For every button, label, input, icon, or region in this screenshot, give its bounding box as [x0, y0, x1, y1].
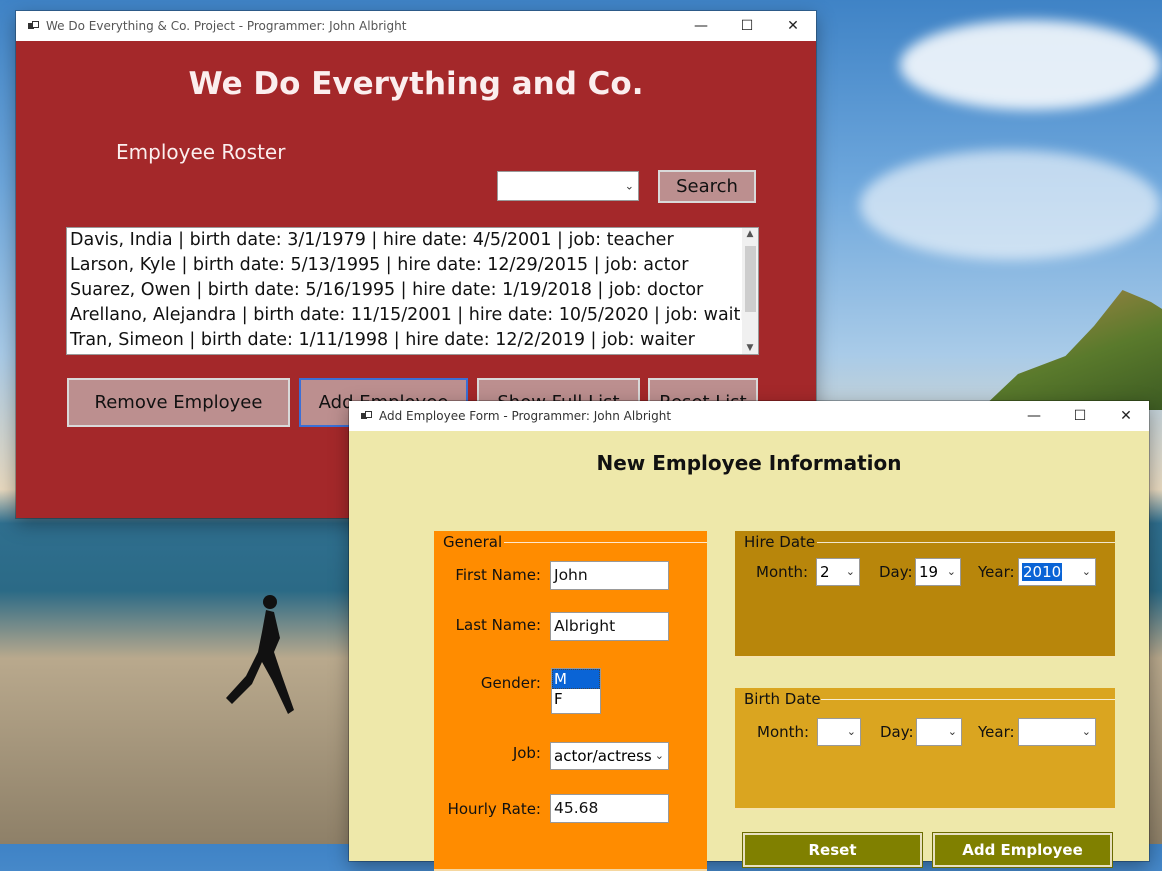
- gender-label: Gender:: [480, 674, 541, 692]
- group-rule: [821, 699, 1115, 700]
- birth-day-dropdown[interactable]: ⌄: [916, 718, 962, 746]
- hire-year-value: 2010: [1022, 563, 1063, 581]
- chevron-down-icon: ⌄: [654, 749, 664, 762]
- close-icon[interactable]: ✕: [770, 11, 816, 41]
- background-cliff: [980, 290, 1162, 410]
- birth-year-label: Year:: [978, 723, 1015, 741]
- add-window-title: Add Employee Form - Programmer: John Alb…: [379, 409, 672, 423]
- submit-add-employee-button[interactable]: Add Employee: [932, 832, 1113, 868]
- birth-day-label: Day:: [880, 723, 914, 741]
- gender-listbox[interactable]: M F: [551, 668, 601, 714]
- birth-month-label: Month:: [757, 723, 810, 741]
- roster-label: Employee Roster: [116, 140, 286, 164]
- hire-date-group: Hire Date Month: 2 ⌄ Day: 19 ⌄ Year: 201…: [735, 531, 1115, 658]
- birth-date-group: Birth Date Month: ⌄ Day: ⌄ Year: ⌄: [735, 688, 1115, 810]
- background-cloud: [860, 150, 1160, 260]
- employee-listbox[interactable]: Davis, India | birth date: 3/1/1979 | hi…: [66, 227, 759, 355]
- app-icon: [28, 21, 39, 31]
- app-icon: [361, 411, 372, 421]
- search-button[interactable]: Search: [658, 170, 756, 203]
- chevron-down-icon: ⌄: [1081, 565, 1091, 578]
- scroll-up-icon[interactable]: ▲: [742, 229, 758, 239]
- list-item[interactable]: Arellano, Alejandra | birth date: 11/15/…: [67, 303, 758, 328]
- hire-month-dropdown[interactable]: 2 ⌄: [816, 558, 860, 586]
- main-titlebar: We Do Everything & Co. Project - Program…: [16, 11, 816, 41]
- group-rule: [504, 542, 707, 543]
- chevron-down-icon: ⌄: [845, 565, 855, 578]
- hire-year-label: Year:: [978, 563, 1015, 581]
- general-group: General First Name: John Last Name: Albr…: [434, 531, 707, 871]
- list-item[interactable]: Davis, India | birth date: 3/1/1979 | hi…: [67, 228, 758, 253]
- chevron-down-icon: ⌄: [1081, 725, 1091, 738]
- scroll-down-icon[interactable]: ▼: [742, 343, 758, 353]
- hire-day-label: Day:: [879, 563, 913, 581]
- group-rule: [817, 542, 1115, 543]
- chevron-down-icon: ⌄: [947, 725, 957, 738]
- hire-date-legend: Hire Date: [744, 533, 816, 551]
- hire-month-value: 2: [820, 563, 830, 581]
- list-item[interactable]: Tran, Simeon | birth date: 1/11/1998 | h…: [67, 328, 758, 353]
- remove-employee-button[interactable]: Remove Employee: [67, 378, 290, 427]
- gender-option-f[interactable]: F: [552, 689, 600, 709]
- chevron-down-icon: ⌄: [624, 179, 634, 193]
- hire-year-dropdown[interactable]: 2010 ⌄: [1018, 558, 1096, 586]
- chevron-down-icon: ⌄: [846, 725, 856, 738]
- hourly-rate-field[interactable]: 45.68: [550, 794, 669, 823]
- company-heading: We Do Everything and Co.: [188, 66, 644, 102]
- background-runner: [226, 595, 294, 714]
- background-cloud: [900, 20, 1160, 110]
- job-label: Job:: [512, 744, 541, 762]
- close-icon[interactable]: ✕: [1103, 401, 1149, 431]
- job-dropdown[interactable]: actor/actress ⌄: [550, 742, 669, 770]
- hire-day-dropdown[interactable]: 19 ⌄: [915, 558, 961, 586]
- birth-month-dropdown[interactable]: ⌄: [817, 718, 861, 746]
- scrollbar-thumb[interactable]: [745, 246, 756, 312]
- hire-month-label: Month:: [756, 563, 809, 581]
- add-body: New Employee Information General First N…: [349, 431, 1149, 871]
- minimize-icon[interactable]: —: [1011, 401, 1057, 431]
- main-window-title: We Do Everything & Co. Project - Program…: [46, 19, 407, 33]
- listbox-scrollbar[interactable]: ▲ ▼: [742, 228, 758, 354]
- last-name-field[interactable]: Albright: [550, 612, 669, 641]
- hourly-rate-label: Hourly Rate:: [447, 800, 541, 818]
- minimize-icon[interactable]: —: [678, 11, 724, 41]
- maximize-icon[interactable]: ☐: [724, 11, 770, 41]
- birth-date-legend: Birth Date: [744, 690, 821, 708]
- reset-button[interactable]: Reset: [742, 832, 923, 868]
- gender-option-m[interactable]: M: [552, 669, 600, 689]
- chevron-down-icon: ⌄: [946, 565, 956, 578]
- form-heading: New Employee Information: [596, 451, 902, 475]
- hire-day-value: 19: [919, 563, 939, 581]
- general-legend: General: [443, 533, 503, 551]
- add-titlebar: Add Employee Form - Programmer: John Alb…: [349, 401, 1149, 431]
- first-name-field[interactable]: John: [550, 561, 669, 590]
- job-dropdown-value: actor/actress: [554, 747, 652, 765]
- add-employee-window: Add Employee Form - Programmer: John Alb…: [349, 401, 1149, 871]
- birth-year-dropdown[interactable]: ⌄: [1018, 718, 1096, 746]
- last-name-label: Last Name:: [455, 616, 541, 634]
- first-name-label: First Name:: [455, 566, 541, 584]
- search-dropdown[interactable]: ⌄: [497, 171, 639, 201]
- maximize-icon[interactable]: ☐: [1057, 401, 1103, 431]
- list-item[interactable]: Larson, Kyle | birth date: 5/13/1995 | h…: [67, 253, 758, 278]
- list-item[interactable]: Suarez, Owen | birth date: 5/16/1995 | h…: [67, 278, 758, 303]
